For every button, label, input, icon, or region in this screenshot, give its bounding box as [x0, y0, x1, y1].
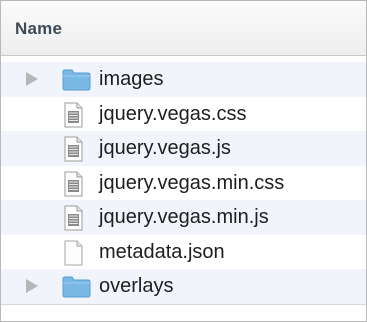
file-list: images jquery.vegas.css jquery.vegas.js … — [1, 62, 366, 304]
file-name: jquery.vegas.min.js — [99, 206, 269, 228]
list-item-jquery-vegas-css[interactable]: jquery.vegas.css — [1, 97, 366, 132]
list-item-metadata-json[interactable]: metadata.json — [1, 235, 366, 270]
list-item-jquery-vegas-js[interactable]: jquery.vegas.js — [1, 131, 366, 166]
column-header[interactable]: Name — [1, 1, 366, 56]
blank-document-icon — [61, 240, 85, 271]
file-name: jquery.vegas.css — [99, 102, 247, 125]
file-name: images — [99, 68, 164, 90]
divider — [1, 304, 366, 305]
folder-icon — [61, 274, 91, 303]
folder-icon — [61, 67, 91, 96]
file-name: jquery.vegas.js — [99, 137, 231, 159]
disclosure-triangle-icon[interactable] — [26, 72, 38, 86]
file-name: jquery.vegas.min.css — [99, 171, 285, 194]
finder-list-view: Name images jquery.vegas.css jquery.vega… — [0, 0, 367, 322]
document-icon — [61, 102, 85, 133]
list-item-jquery-vegas-min-js[interactable]: jquery.vegas.min.js — [1, 200, 366, 235]
file-name: metadata.json — [99, 240, 225, 263]
document-icon — [61, 171, 85, 202]
list-item-images[interactable]: images — [1, 62, 366, 97]
file-name: overlays — [99, 275, 174, 297]
name-column-header[interactable]: Name — [15, 19, 62, 39]
list-item-overlays[interactable]: overlays — [1, 269, 366, 304]
document-icon — [61, 205, 85, 236]
disclosure-triangle-icon[interactable] — [26, 279, 38, 293]
document-icon — [61, 136, 85, 167]
list-item-jquery-vegas-min-css[interactable]: jquery.vegas.min.css — [1, 166, 366, 201]
